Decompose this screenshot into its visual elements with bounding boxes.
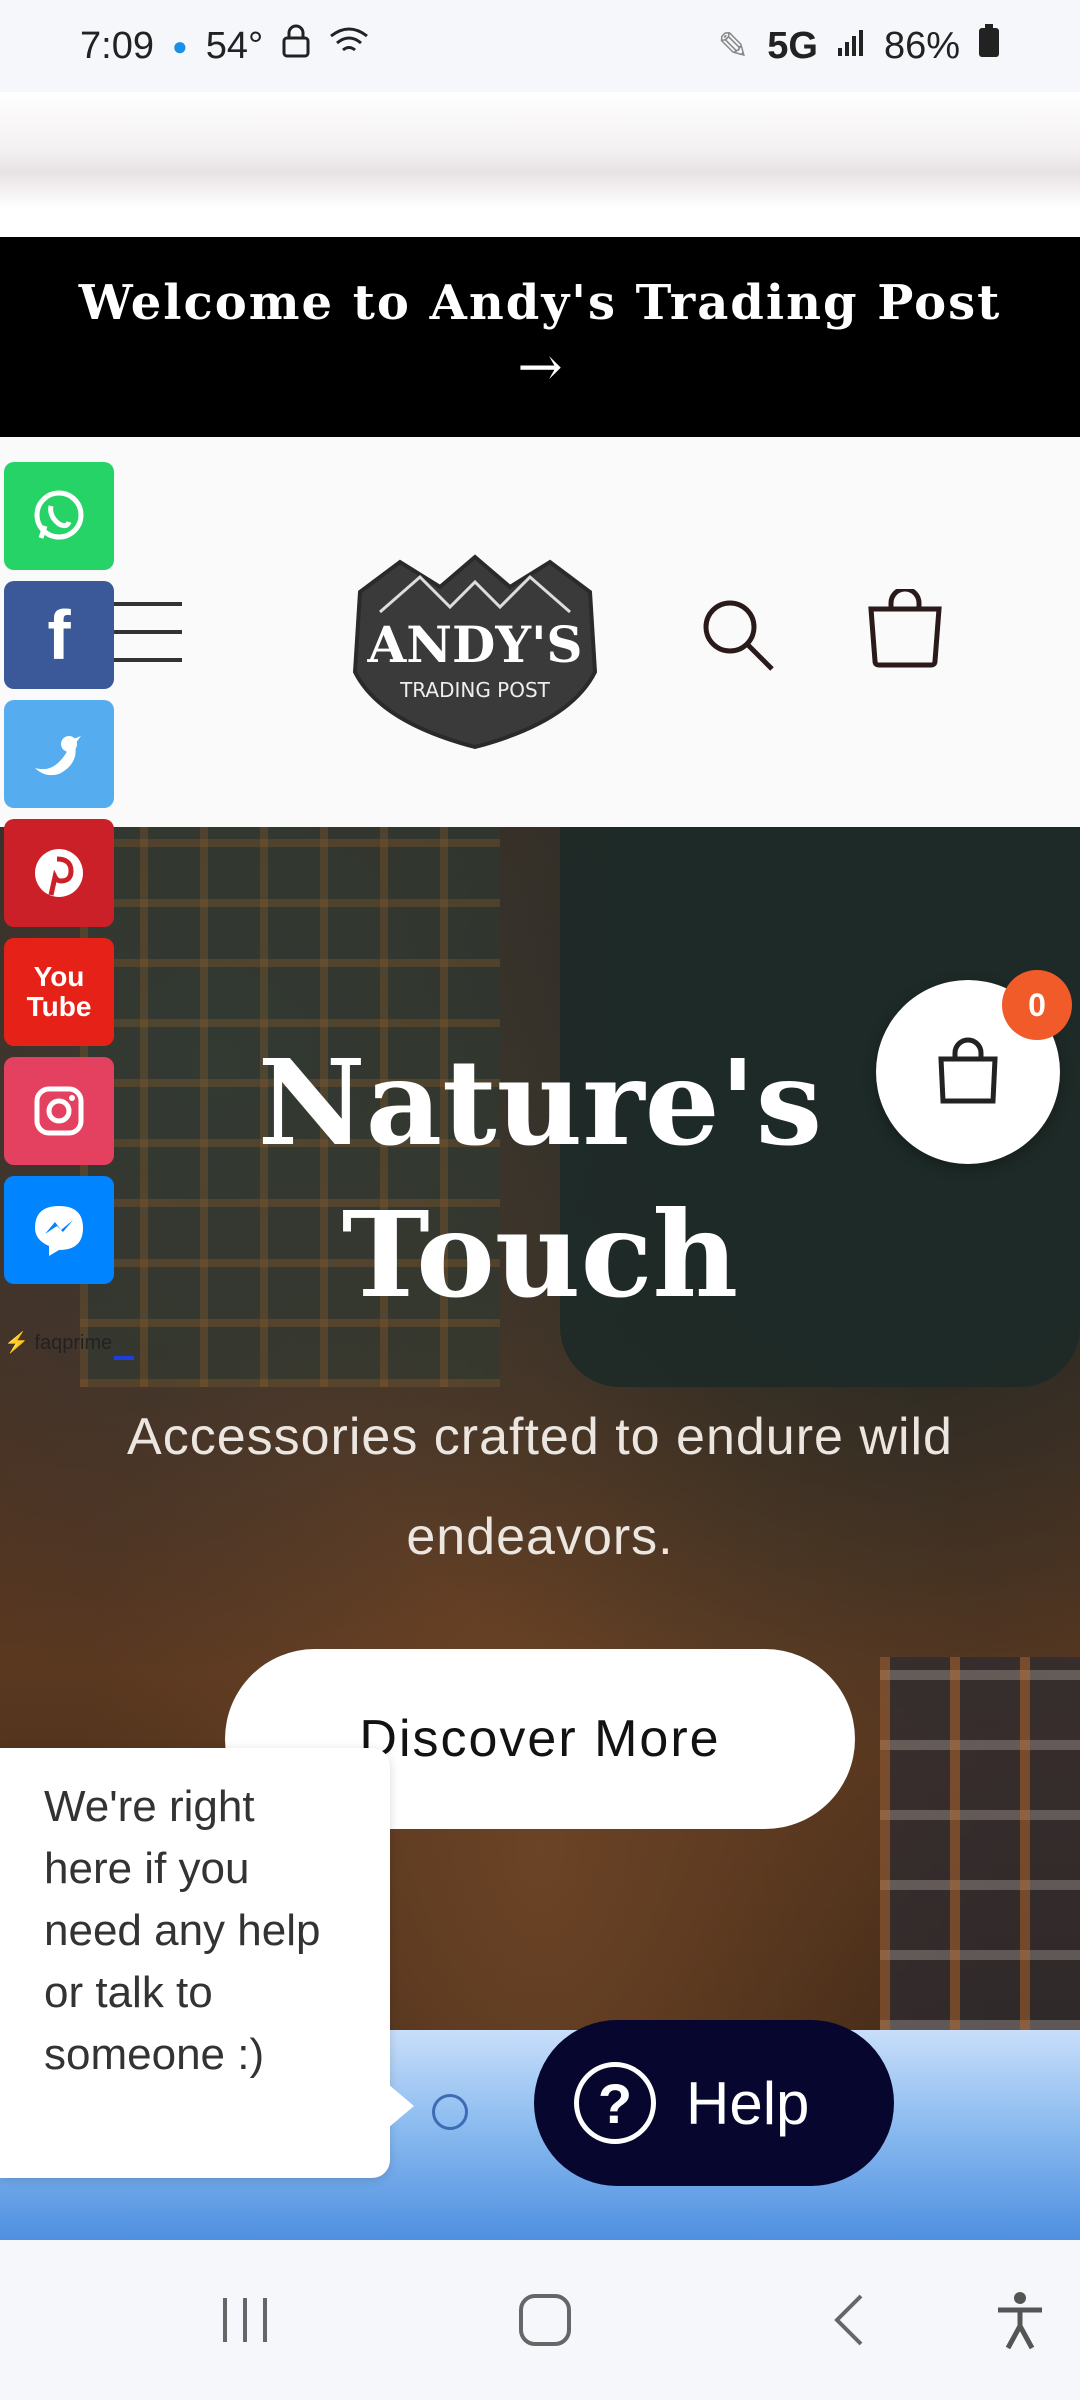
help-button[interactable]: ? Help bbox=[534, 2020, 894, 2186]
pen-icon: ✎ bbox=[717, 25, 750, 68]
search-icon[interactable] bbox=[700, 597, 776, 673]
facebook-button[interactable]: f bbox=[4, 581, 114, 689]
twitter-icon bbox=[35, 736, 81, 776]
youtube-icon: You Tube bbox=[26, 961, 92, 1022]
chat-tooltip: We're right here if you need any help or… bbox=[0, 1748, 390, 2178]
help-label: Help bbox=[686, 2069, 810, 2137]
pinterest-icon bbox=[35, 849, 83, 897]
accessibility-icon bbox=[998, 2292, 1042, 2350]
battery-icon bbox=[978, 24, 1000, 68]
home-button[interactable] bbox=[500, 2240, 590, 2400]
twitter-button[interactable] bbox=[4, 700, 114, 808]
menu-icon[interactable] bbox=[110, 602, 182, 662]
facebook-icon: f bbox=[47, 596, 71, 674]
question-icon: ? bbox=[574, 2062, 656, 2144]
hero-image bbox=[880, 1657, 1080, 2030]
announcement-bar[interactable]: Welcome to Andy's Trading Post → bbox=[0, 237, 1080, 437]
temperature: 54° bbox=[205, 24, 264, 67]
youtube-button[interactable]: You Tube bbox=[4, 938, 114, 1046]
back-icon bbox=[834, 2294, 863, 2346]
svg-text:TRADING POST: TRADING POST bbox=[399, 678, 551, 702]
recent-apps-icon bbox=[223, 2298, 267, 2342]
announcement-text[interactable]: Welcome to Andy's Trading Post bbox=[0, 275, 1080, 331]
weather-icon: ● bbox=[171, 30, 188, 61]
svg-text:ANDY'S: ANDY'S bbox=[367, 615, 583, 674]
whatsapp-icon bbox=[34, 490, 84, 540]
battery-percent: 86% bbox=[883, 24, 960, 67]
messenger-button[interactable] bbox=[4, 1176, 114, 1284]
lock-icon bbox=[281, 24, 311, 68]
cart-count-badge: 0 bbox=[1002, 970, 1072, 1040]
snow-banner bbox=[0, 92, 1080, 237]
network-label: 5G bbox=[767, 24, 818, 67]
home-icon bbox=[519, 2294, 571, 2346]
cart-icon[interactable] bbox=[865, 586, 945, 669]
instagram-button[interactable] bbox=[4, 1057, 114, 1165]
shopping-bag-icon bbox=[938, 1037, 998, 1104]
faqprime-indicator bbox=[114, 1356, 134, 1360]
instagram-icon bbox=[34, 1086, 84, 1136]
messenger-icon bbox=[35, 1206, 83, 1256]
whatsapp-button[interactable] bbox=[4, 462, 114, 570]
arrow-right-icon[interactable]: → bbox=[0, 335, 1080, 398]
accessibility-button[interactable] bbox=[980, 2240, 1060, 2400]
faqprime-branding[interactable]: ⚡ faqprime bbox=[4, 1330, 112, 1355]
recent-apps-button[interactable] bbox=[200, 2240, 290, 2400]
clock: 7:09 bbox=[80, 24, 154, 67]
hero-subtitle: Accessories crafted to endure wild endea… bbox=[127, 1408, 953, 1566]
back-button[interactable] bbox=[805, 2240, 895, 2400]
wifi-icon bbox=[329, 25, 369, 68]
system-nav-bar bbox=[0, 2240, 1080, 2400]
site-header: ANDY'S TRADING POST bbox=[0, 437, 1080, 827]
chat-tooltip-tail bbox=[388, 2084, 414, 2128]
pinterest-button[interactable] bbox=[4, 819, 114, 927]
slide-indicator[interactable] bbox=[432, 2094, 468, 2130]
signal-icon bbox=[836, 25, 866, 68]
andys-trading-post-logo[interactable]: ANDY'S TRADING POST bbox=[340, 552, 610, 752]
status-bar: 7:09 ● 54° ✎ 5G 86% bbox=[0, 0, 1080, 92]
